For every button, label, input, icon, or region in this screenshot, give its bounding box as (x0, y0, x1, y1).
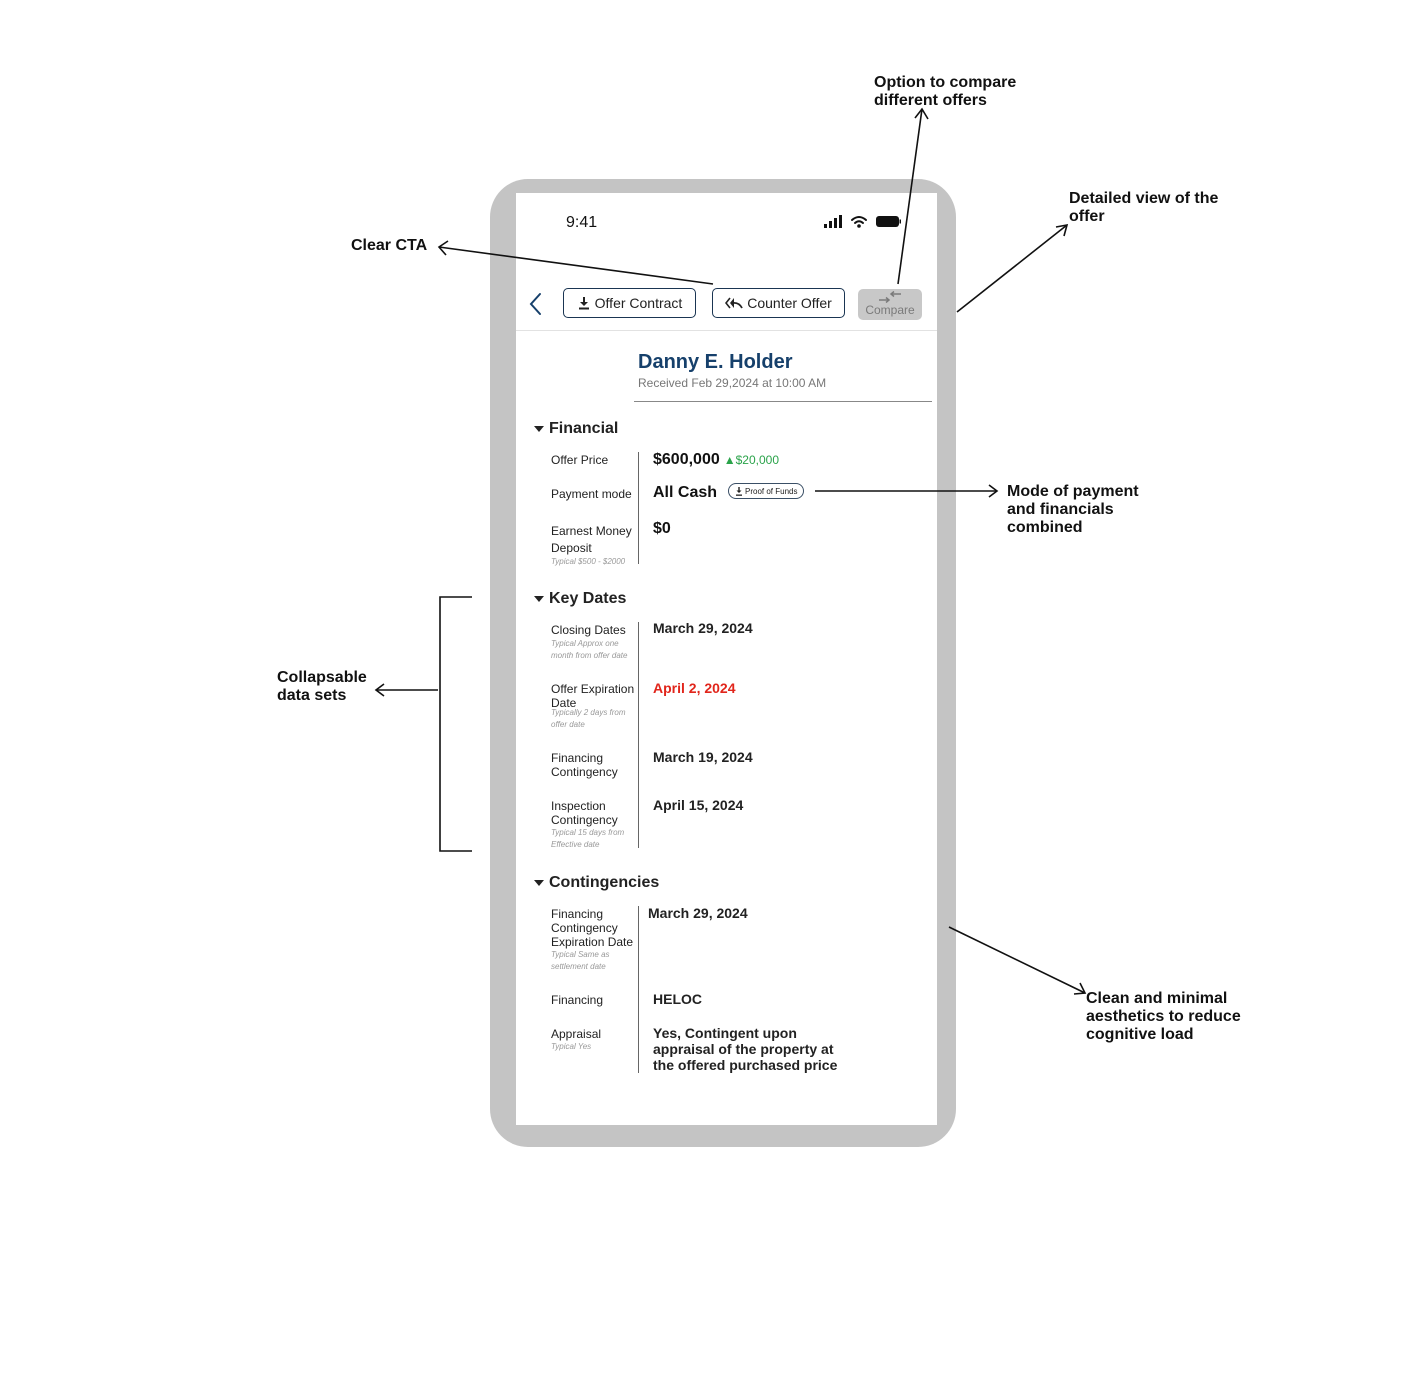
status-icons (824, 215, 901, 228)
annotation-collapsable: Collapsable data sets (277, 669, 367, 704)
inspection-contingency-hint: Typical 15 days from Effective date (551, 828, 625, 849)
price-increase-icon: ▲ (723, 453, 736, 467)
battery-icon (876, 216, 901, 227)
financing-contingency-value: March 19, 2024 (653, 749, 753, 765)
download-icon (736, 486, 742, 496)
financing-contingency-label: Financing Contingency (551, 751, 618, 779)
received-timestamp: Received Feb 29,2024 at 10:00 AM (638, 376, 827, 390)
reply-all-icon (725, 297, 744, 309)
compare-arrows-icon (879, 290, 901, 304)
offer-expiration-label: Offer Expiration Date (551, 682, 635, 710)
signal-icon (824, 215, 842, 228)
annotation-payment-mode: Mode of payment and financials combined (1007, 483, 1139, 536)
counter-offer-button[interactable]: Counter Offer (712, 288, 845, 318)
earnest-money-label: Earnest Money Deposit (551, 524, 632, 555)
annotation-compare: Option to compare different offers (874, 74, 1017, 109)
closing-dates-hint: Typical Approx one month from offer date (551, 639, 628, 660)
financing-value: HELOC (653, 991, 702, 1007)
financing-expiration-hint: Typical Same as settlement date (551, 950, 610, 971)
status-time: 9:41 (566, 214, 598, 231)
caret-down-icon (534, 880, 544, 886)
annotation-clean-aesthetics: Clean and minimal aesthetics to reduce c… (1086, 990, 1241, 1043)
appraisal-value: Yes, Contingent upon appraisal of the pr… (653, 1025, 838, 1073)
financing-label: Financing (551, 993, 604, 1007)
header-divider (634, 401, 932, 402)
caret-down-icon (534, 596, 544, 602)
appraisal-hint: Typical Yes (551, 1042, 592, 1051)
offer-price-row: $600,000 ▲ $20,000 (653, 451, 779, 469)
contingencies-section-title: Contingencies (549, 874, 660, 891)
appraisal-label: Appraisal (551, 1027, 602, 1041)
contingencies-divider (638, 906, 639, 1073)
back-icon[interactable] (526, 291, 546, 317)
inspection-contingency-value: April 15, 2024 (653, 797, 744, 813)
key-dates-section-title: Key Dates (549, 590, 627, 607)
offer-contract-label: Offer Contract (594, 295, 683, 311)
toolbar-divider (516, 330, 937, 331)
offer-price-delta: $20,000 (735, 453, 780, 467)
annotation-clear-cta: Clear CTA (351, 237, 428, 254)
offer-contract-button[interactable]: Offer Contract (563, 288, 696, 318)
financial-section-toggle[interactable]: Financial (534, 420, 618, 438)
earnest-money-hint: Typical $500 - $2000 (551, 557, 626, 566)
inspection-contingency-label: Inspection Contingency (551, 799, 618, 827)
counter-offer-label: Counter Offer (747, 295, 832, 311)
annotation-detailed-view: Detailed view of the offer (1069, 190, 1219, 225)
earnest-money-value: $0 (653, 520, 671, 537)
closing-dates-value: March 29, 2024 (653, 620, 753, 636)
offer-expiration-hint: Typically 2 days from offer date (551, 708, 626, 729)
contingencies-section-toggle[interactable]: Contingencies (534, 874, 659, 892)
proof-of-funds-label: Proof of Funds (745, 486, 798, 496)
offer-price-label: Offer Price (551, 453, 609, 467)
key-dates-divider (638, 622, 639, 848)
key-dates-section-toggle[interactable]: Key Dates (534, 590, 626, 608)
offer-expiration-value: April 2, 2024 (653, 680, 736, 696)
compare-label: Compare (865, 303, 915, 317)
financial-section-title: Financial (549, 420, 619, 437)
closing-dates-label: Closing Dates (551, 623, 626, 637)
compare-button[interactable]: Compare (858, 289, 922, 320)
offer-price-value: $600,000 (653, 451, 720, 468)
payment-mode-value: All Cash (653, 484, 718, 501)
phone-screen: 9:41 Offer Contract Counter Offer Compar… (516, 193, 937, 1125)
buyer-name: Danny E. Holder (638, 351, 793, 373)
wifi-icon (851, 216, 867, 224)
caret-down-icon (534, 426, 544, 432)
financing-expiration-value: March 29, 2024 (648, 905, 748, 921)
download-icon (578, 297, 589, 310)
financial-divider (638, 452, 639, 564)
payment-mode-label: Payment mode (551, 487, 632, 501)
proof-of-funds-button[interactable]: Proof of Funds (728, 483, 805, 499)
financing-expiration-label: Financing Contingency Expiration Date (551, 907, 634, 949)
